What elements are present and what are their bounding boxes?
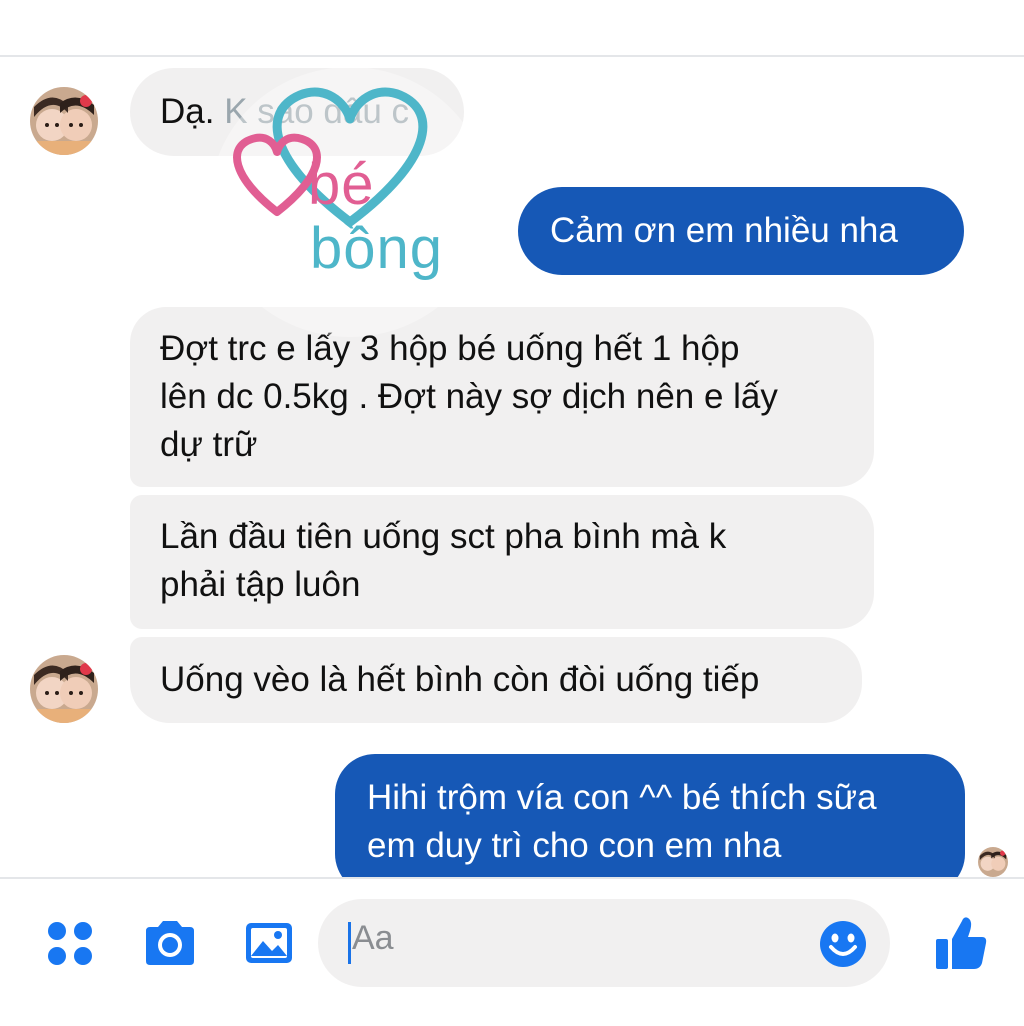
smiley-icon[interactable] xyxy=(818,919,868,969)
message-line: dự trữ xyxy=(160,425,258,464)
text-caret xyxy=(348,922,351,964)
watermark-logo: bé bồng xyxy=(210,67,490,337)
message-bubble-incoming[interactable]: Lần đầu tiên uống sct pha bình mà k phải… xyxy=(130,495,874,629)
logo-text-bottom: bồng xyxy=(310,216,444,281)
message-input[interactable]: Aa xyxy=(318,899,890,987)
thumbs-up-icon[interactable] xyxy=(934,915,988,971)
grid-dots-icon[interactable] xyxy=(46,919,94,967)
logo-text-top: bé xyxy=(308,152,375,217)
message-text: Cảm ơn em nhiều nha xyxy=(550,211,898,250)
message-bubble-outgoing[interactable]: Hihi trộm vía con ^^ bé thích sữa em duy… xyxy=(335,754,965,877)
avatar-photo-icon xyxy=(30,87,98,155)
message-line: Lần đầu tiên uống sct pha bình mà k xyxy=(160,517,727,556)
input-placeholder: Aa xyxy=(352,919,394,957)
camera-icon[interactable] xyxy=(142,919,198,967)
contact-avatar[interactable] xyxy=(30,655,98,723)
message-thread[interactable]: Dạ. K sao đâu c Cảm ơn em nhiều nha Đợt … xyxy=(0,57,1024,877)
top-bar xyxy=(0,0,1024,57)
message-bubble-outgoing[interactable]: Cảm ơn em nhiều nha xyxy=(518,187,964,275)
message-text: Dạ. xyxy=(160,92,215,131)
message-text: Uống vèo là hết bình còn đòi uống tiếp xyxy=(160,660,760,699)
seen-avatar xyxy=(978,847,1008,877)
message-line: em duy trì cho con em nha xyxy=(367,826,782,865)
message-line: lên dc 0.5kg . Đợt này sợ dịch nên e lấy xyxy=(160,377,778,416)
message-line: phải tập luôn xyxy=(160,565,361,604)
avatar-photo-icon xyxy=(978,847,1008,877)
message-line: Hihi trộm vía con ^^ bé thích sữa xyxy=(367,778,877,817)
image-icon[interactable] xyxy=(244,919,294,967)
message-bubble-incoming[interactable]: Uống vèo là hết bình còn đòi uống tiếp xyxy=(130,637,862,723)
message-composer: Aa xyxy=(0,877,1024,1026)
avatar-photo-icon xyxy=(30,655,98,723)
contact-avatar[interactable] xyxy=(30,87,98,155)
